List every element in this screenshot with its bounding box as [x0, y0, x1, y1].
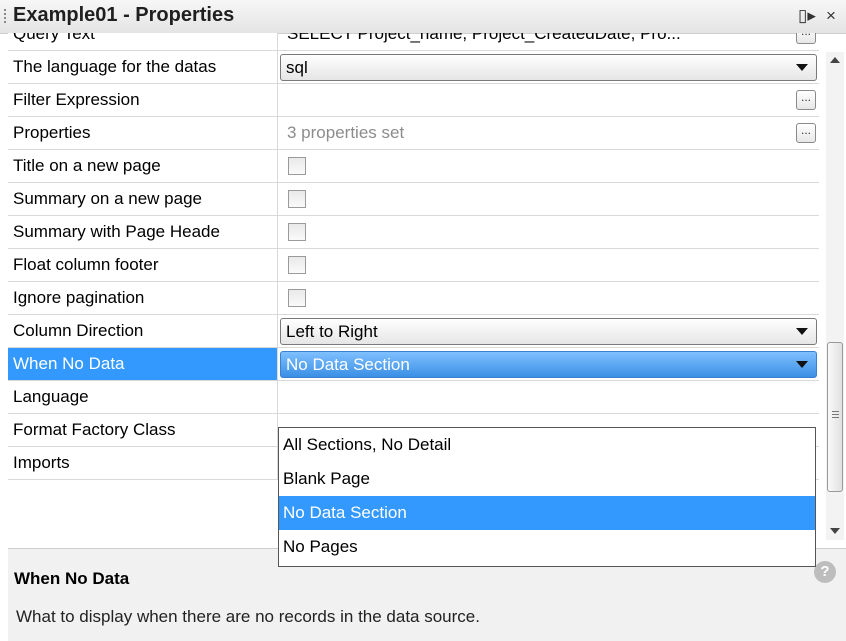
property-name[interactable]: Ignore pagination — [8, 282, 278, 314]
property-row-float-column-footer[interactable]: Float column footer — [8, 249, 819, 282]
property-name[interactable]: The language for the datas — [8, 51, 278, 83]
property-name[interactable]: Properties — [8, 117, 278, 149]
when-no-data-dropdown-list[interactable]: All Sections, No Detail Blank Page No Data… — [278, 427, 816, 567]
combo-value: sql — [286, 58, 308, 77]
chevron-down-icon[interactable] — [796, 328, 808, 335]
checkbox-summary-with-page-heade[interactable] — [288, 223, 306, 241]
value-text-query-text: SELECT Project_name, Project_CreatedDate… — [287, 33, 681, 43]
checkbox-float-column-footer[interactable] — [288, 256, 306, 274]
ellipsis-button-properties[interactable]: ... — [796, 123, 816, 143]
chevron-down-icon[interactable] — [796, 64, 808, 71]
property-name[interactable]: Language — [8, 381, 278, 413]
property-value[interactable] — [278, 216, 819, 248]
ellipsis-button-filter-expression[interactable]: ... — [796, 90, 816, 110]
property-row-ignore-pagination[interactable]: Ignore pagination — [8, 282, 819, 315]
property-name[interactable]: Format Factory Class — [8, 414, 278, 446]
scroll-thumb[interactable] — [827, 342, 843, 492]
property-value[interactable] — [278, 381, 819, 413]
combo-the-language-for-the-datas[interactable]: sql — [280, 54, 817, 81]
combo-value: No Data Section — [286, 355, 410, 374]
ellipsis-button-query-text[interactable]: ... — [796, 33, 816, 44]
property-name[interactable]: Float column footer — [8, 249, 278, 281]
property-name[interactable]: Summary on a new page — [8, 183, 278, 215]
pin-icon[interactable]: ▯▸ — [798, 6, 816, 26]
property-value[interactable]: ... — [278, 84, 819, 116]
property-row-properties[interactable]: Properties 3 properties set... — [8, 117, 819, 150]
property-value[interactable]: 3 properties set... — [278, 117, 819, 149]
property-row-query-text[interactable]: Query Text SELECT Project_name, Project_C… — [8, 33, 819, 51]
scroll-down-arrow-icon[interactable] — [830, 528, 840, 534]
property-name[interactable]: Query Text — [8, 33, 278, 50]
property-value[interactable]: SELECT Project_name, Project_CreatedDate… — [278, 33, 819, 50]
close-icon[interactable]: × — [826, 6, 836, 26]
dropdown-option-blank-page[interactable]: Blank Page — [279, 462, 815, 496]
dropdown-option-all-sections-no-detail[interactable]: All Sections, No Detail — [279, 428, 815, 462]
property-name[interactable]: Title on a new page — [8, 150, 278, 182]
property-row-language[interactable]: Language — [8, 381, 819, 414]
property-row-when-no-data[interactable]: When No Data No Data Section — [8, 348, 819, 381]
property-row-filter-expression[interactable]: Filter Expression... — [8, 84, 819, 117]
property-value[interactable] — [278, 150, 819, 182]
dropdown-option-no-data-section[interactable]: No Data Section — [279, 496, 815, 530]
property-row-column-direction[interactable]: Column Direction Left to Right — [8, 315, 819, 348]
property-row-summary-with-page-heade[interactable]: Summary with Page Heade — [8, 216, 819, 249]
property-value[interactable] — [278, 249, 819, 281]
property-row-the-language-for-the-datas[interactable]: The language for the datas sql — [8, 51, 819, 84]
checkbox-ignore-pagination[interactable] — [288, 289, 306, 307]
drag-grip-icon[interactable] — [4, 9, 6, 25]
property-value[interactable]: sql — [278, 51, 819, 83]
value-text-properties: 3 properties set — [287, 123, 405, 142]
property-name[interactable]: Column Direction — [8, 315, 278, 347]
combo-column-direction[interactable]: Left to Right — [280, 318, 817, 345]
vertical-scrollbar[interactable] — [826, 52, 844, 540]
property-name[interactable]: Filter Expression — [8, 84, 278, 116]
checkbox-title-on-a-new-page[interactable] — [288, 157, 306, 175]
property-value[interactable] — [278, 183, 819, 215]
property-value[interactable]: Left to Right — [278, 315, 819, 347]
property-value[interactable]: No Data Section — [278, 348, 819, 380]
chevron-down-icon[interactable] — [796, 361, 808, 368]
dropdown-option-no-pages[interactable]: No Pages — [279, 530, 815, 564]
scroll-grip-icon — [832, 411, 839, 420]
property-name[interactable]: When No Data — [8, 348, 278, 380]
help-icon[interactable]: ? — [814, 561, 836, 583]
property-value[interactable] — [278, 282, 819, 314]
property-name[interactable]: Imports — [8, 447, 278, 479]
combo-value: Left to Right — [286, 322, 378, 341]
window-title: Example01 - Properties — [13, 4, 235, 26]
combo-when-no-data[interactable]: No Data Section — [280, 351, 817, 378]
property-row-summary-on-a-new-page[interactable]: Summary on a new page — [8, 183, 819, 216]
window-title-bar: Example01 - Properties ▯▸ × — [0, 0, 846, 34]
description-title: When No Data — [14, 569, 130, 588]
property-row-title-on-a-new-page[interactable]: Title on a new page — [8, 150, 819, 183]
description-text: What to display when there are no record… — [16, 607, 480, 626]
property-name[interactable]: Summary with Page Heade — [8, 216, 278, 248]
checkbox-summary-on-a-new-page[interactable] — [288, 190, 306, 208]
scroll-up-arrow-icon[interactable] — [830, 57, 840, 63]
